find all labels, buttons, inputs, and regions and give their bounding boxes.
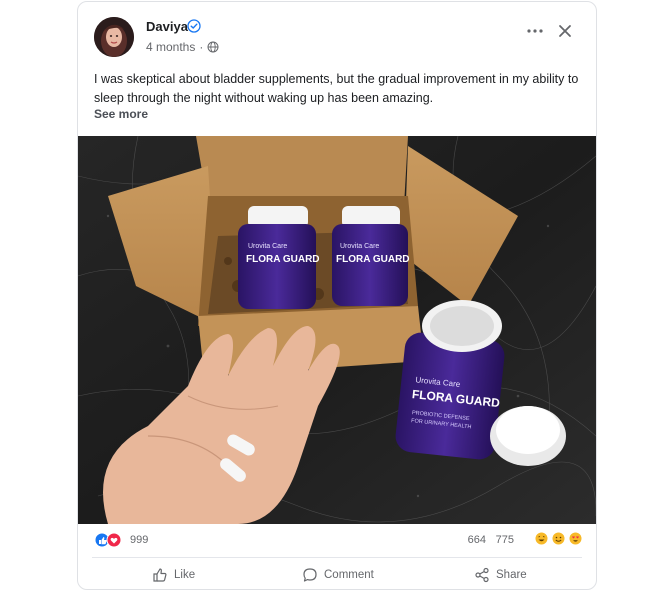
comment-label: Comment (324, 569, 374, 581)
bottle-in-box-2: Urovita Care FLORA GUARD (332, 206, 410, 306)
close-icon[interactable] (554, 20, 576, 42)
bottle-product-text: FLORA GUARD (336, 254, 410, 265)
heart-eyes-emoji-icon (569, 532, 582, 545)
reactions-count[interactable]: 999 (130, 534, 148, 546)
avatar-image (94, 17, 134, 57)
happy-emoji-icon (552, 532, 565, 545)
post-time[interactable]: 4 months (146, 40, 195, 54)
post-card: Daviya 4 months · I was skeptical about … (77, 1, 597, 590)
laugh-emoji-icon (535, 532, 548, 545)
emoji-reactions (535, 532, 582, 545)
thumbs-up-icon (153, 568, 167, 582)
share-icon (475, 567, 489, 583)
comments-count[interactable]: 664 (468, 534, 486, 546)
share-button[interactable]: Share (474, 564, 527, 586)
like-label: Like (174, 569, 196, 581)
shares-count[interactable]: 775 (496, 534, 514, 546)
reactions-bar: 999 664 775 (78, 528, 596, 552)
see-more-link[interactable]: See more (94, 107, 148, 121)
author-name[interactable]: Daviya (146, 19, 188, 34)
bottle-product-text: FLORA GUARD (246, 254, 320, 265)
like-button[interactable]: Like (152, 564, 195, 586)
more-options-icon[interactable] (524, 22, 546, 40)
reaction-icons[interactable] (94, 532, 124, 548)
bottle-cap (490, 406, 566, 466)
post-header: Daviya 4 months · (78, 2, 596, 66)
bottle-in-box-1: Urovita Care FLORA GUARD (238, 206, 320, 309)
bottle-brand-text: Urovita Care (340, 243, 379, 250)
share-label: Share (496, 569, 527, 581)
post-meta: 4 months · (146, 40, 219, 54)
comment-icon (303, 568, 317, 582)
box-back-flap (196, 136, 408, 206)
actions-divider (92, 557, 582, 558)
bottle-brand-text: Urovita Care (248, 243, 287, 250)
comment-button[interactable]: Comment (302, 564, 374, 586)
avatar[interactable] (94, 17, 134, 57)
post-text: I was skeptical about bladder supplement… (94, 72, 579, 105)
post-actions: Like Comment Share (78, 560, 596, 588)
globe-icon (207, 41, 219, 53)
product-photo-image: Urovita Care FLORA GUARD Urovita Care FL… (78, 136, 596, 524)
post-photo[interactable]: Urovita Care FLORA GUARD Urovita Care FL… (78, 136, 596, 524)
verified-badge-icon (187, 19, 201, 33)
meta-separator: · (199, 40, 204, 54)
